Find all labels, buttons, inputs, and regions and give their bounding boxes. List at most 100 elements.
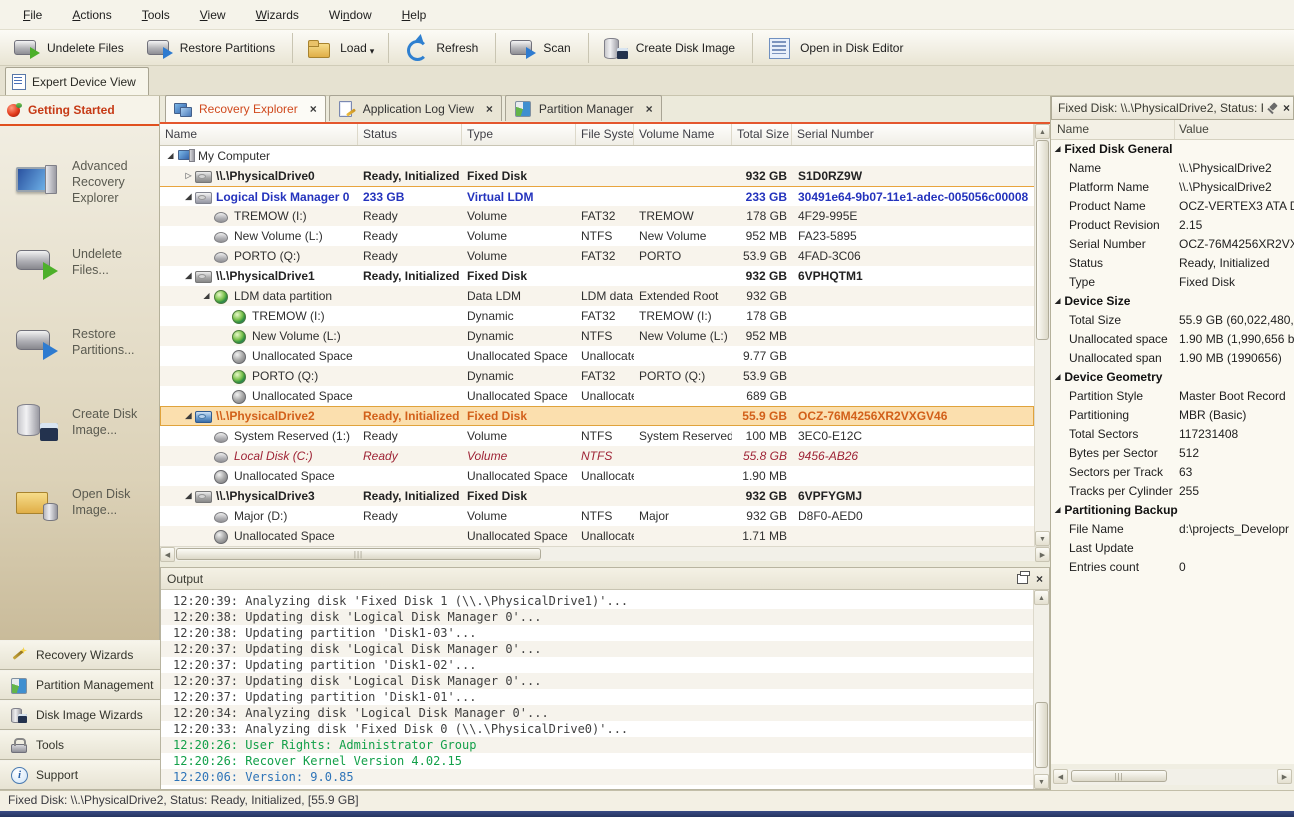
sidebar-section-bar[interactable]: Disk Image Wizards [0, 700, 160, 730]
toolbar-button[interactable]: Undelete Files [6, 33, 139, 63]
tree-vertical-scrollbar[interactable]: ▲ ▼ [1034, 124, 1050, 546]
tree-expander-icon[interactable] [182, 187, 195, 206]
properties-horizontal-scrollbar[interactable]: ◀ ||| ▶ [1053, 769, 1292, 785]
table-row[interactable]: TREMOW (I:) Dynamic FAT32 TREMOW (I:) 17… [160, 306, 1034, 326]
group-expander-icon[interactable] [1055, 368, 1060, 387]
tree-expander-icon[interactable] [182, 266, 195, 286]
table-row[interactable]: My Computer [160, 146, 1034, 166]
table-row[interactable]: New Volume (L:) Dynamic NTFS New Volume … [160, 326, 1034, 346]
column-header-value[interactable]: Value [1175, 120, 1294, 139]
table-row[interactable]: \\.\PhysicalDrive0 Ready, Initialized Fi… [160, 166, 1034, 186]
table-row[interactable]: Unallocated Space Unallocated Space Unal… [160, 526, 1034, 546]
sidebar-section-bar[interactable]: Support [0, 760, 160, 790]
table-row[interactable]: \\.\PhysicalDrive3 Ready, Initialized Fi… [160, 486, 1034, 506]
document-tab[interactable]: Application Log View × [329, 95, 502, 121]
toolbar-button[interactable]: Load ▾ [292, 33, 386, 63]
scrollbar-thumb[interactable]: ||| [176, 548, 541, 560]
table-row[interactable]: \\.\PhysicalDrive1 Ready, Initialized Fi… [160, 266, 1034, 286]
table-row[interactable]: Unallocated Space Unallocated Space Unal… [160, 346, 1034, 366]
tree-expander-icon[interactable] [164, 146, 177, 166]
table-row[interactable]: System Reserved (1:) Ready Volume NTFS S… [160, 426, 1034, 446]
menu-item[interactable]: Window [314, 0, 387, 30]
table-row[interactable]: TREMOW (I:) Ready Volume FAT32 TREMOW 17… [160, 206, 1034, 226]
column-header-type[interactable]: Type [462, 124, 576, 145]
scroll-left-icon[interactable]: ◀ [160, 547, 175, 562]
column-header-serial-number[interactable]: Serial Number [792, 124, 1034, 145]
column-header-total-size[interactable]: Total Size [732, 124, 792, 145]
scroll-left-icon[interactable]: ◀ [1053, 769, 1068, 784]
expert-device-view-tab[interactable]: Expert Device View [5, 67, 149, 95]
sidebar-item[interactable]: Advanced Recovery Explorer [0, 142, 159, 222]
document-tab[interactable]: Recovery Explorer × [165, 95, 326, 122]
cell-file-system: FAT32 [576, 206, 634, 226]
table-row[interactable]: Unallocated Space Unallocated Space Unal… [160, 466, 1034, 486]
table-row[interactable]: New Volume (L:) Ready Volume NTFS New Vo… [160, 226, 1034, 246]
tree-expander-icon[interactable] [182, 166, 195, 186]
menu-item[interactable]: Wizards [241, 0, 314, 30]
toolbar-button[interactable]: Scan [495, 33, 585, 63]
tab-close-icon[interactable]: × [486, 102, 493, 116]
scroll-right-icon[interactable]: ▶ [1277, 769, 1292, 784]
toolbar-button[interactable]: Refresh [388, 33, 493, 63]
column-header-volume-name[interactable]: Volume Name [634, 124, 732, 145]
sidebar-item[interactable]: Open Disk Image... [0, 462, 159, 542]
close-icon[interactable]: × [1036, 573, 1043, 585]
pin-icon[interactable] [1267, 103, 1278, 115]
scroll-right-icon[interactable]: ▶ [1035, 547, 1050, 562]
tree-horizontal-scrollbar[interactable]: ◀ ||| ▶ [160, 546, 1050, 561]
menu-item[interactable]: Actions [57, 0, 126, 30]
tree-expander-icon[interactable] [182, 486, 195, 506]
table-row[interactable]: PORTO (Q:) Ready Volume FAT32 PORTO 53.9… [160, 246, 1034, 266]
toolbar-button[interactable]: Open in Disk Editor [752, 33, 918, 63]
group-expander-icon[interactable] [1055, 140, 1060, 159]
output-vertical-scrollbar[interactable]: ▲ ▼ [1033, 590, 1049, 789]
document-tab[interactable]: Partition Manager × [505, 95, 662, 121]
scrollbar-thumb[interactable] [1036, 140, 1049, 340]
float-window-icon[interactable] [1017, 574, 1028, 584]
toolbar-button[interactable]: Restore Partitions [139, 33, 290, 63]
sidebar-item[interactable]: Create Disk Image... [0, 382, 159, 462]
menu-item[interactable]: File [8, 0, 57, 30]
cell-name: Unallocated Space [160, 526, 358, 546]
table-row[interactable]: PORTO (Q:) Dynamic FAT32 PORTO (Q:) 53.9… [160, 366, 1034, 386]
column-header-name[interactable]: Name [160, 124, 358, 145]
column-header-status[interactable]: Status [358, 124, 462, 145]
table-row[interactable]: LDM data partition Data LDM LDM data Ext… [160, 286, 1034, 306]
property-group-header[interactable]: Device Size [1051, 292, 1294, 311]
tree-expander-icon[interactable] [182, 406, 195, 426]
scroll-up-icon[interactable]: ▲ [1034, 590, 1049, 605]
sidebar-section-bar[interactable]: Recovery Wizards [0, 640, 160, 670]
scroll-down-icon[interactable]: ▼ [1034, 774, 1049, 789]
property-group-header[interactable]: Fixed Disk General [1051, 140, 1294, 159]
property-group-header[interactable]: Partitioning Backup [1051, 501, 1294, 520]
menu-item[interactable]: Tools [127, 0, 185, 30]
tab-close-icon[interactable]: × [646, 102, 653, 116]
group-expander-icon[interactable] [1055, 292, 1060, 311]
cell-file-system: FAT32 [576, 366, 634, 386]
scroll-down-icon[interactable]: ▼ [1035, 531, 1050, 546]
column-header-name[interactable]: Name [1051, 120, 1175, 139]
table-row[interactable]: Local Disk (C:) Ready Volume NTFS 55.8 G… [160, 446, 1034, 466]
table-row[interactable]: \\.\PhysicalDrive2 Ready, Initialized Fi… [160, 406, 1034, 426]
getting-started-header[interactable]: Getting Started [0, 96, 159, 126]
close-icon[interactable]: × [1283, 102, 1290, 114]
toolbar-button[interactable]: Create Disk Image [588, 33, 750, 63]
tab-close-icon[interactable]: × [310, 102, 317, 116]
scroll-up-icon[interactable]: ▲ [1035, 124, 1050, 139]
menu-item[interactable]: Help [387, 0, 442, 30]
table-row[interactable]: Unallocated Space Unallocated Space Unal… [160, 386, 1034, 406]
scrollbar-thumb[interactable] [1035, 702, 1048, 768]
scrollbar-thumb[interactable]: ||| [1071, 770, 1167, 782]
sidebar-section-bar[interactable]: Partition Management [0, 670, 160, 700]
table-row[interactable]: Major (D:) Ready Volume NTFS Major 932 G… [160, 506, 1034, 526]
sidebar-item[interactable]: Restore Partitions... [0, 302, 159, 382]
table-row[interactable]: Logical Disk Manager 0 233 GB Virtual LD… [160, 186, 1034, 206]
property-name: Entries count [1051, 558, 1175, 577]
sidebar-section-bar[interactable]: Tools [0, 730, 160, 760]
menu-item[interactable]: View [185, 0, 241, 30]
column-header-file-system[interactable]: File System [576, 124, 634, 145]
sidebar-item[interactable]: Undelete Files... [0, 222, 159, 302]
property-group-header[interactable]: Device Geometry [1051, 368, 1294, 387]
tree-expander-icon[interactable] [200, 286, 213, 306]
group-expander-icon[interactable] [1055, 501, 1060, 520]
